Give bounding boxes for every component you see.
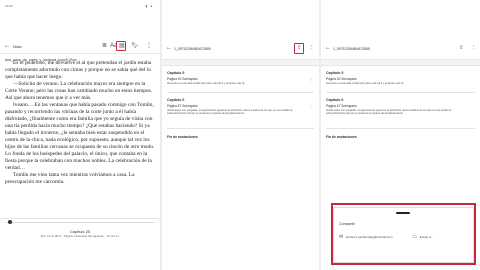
reader-footer: Capítulo 25 Pos. 12 de 68 % · Página 1 E…	[0, 218, 160, 270]
share-icon[interactable]: ⇪	[459, 45, 464, 51]
paragraph: —Solicito de verano. La celebración mayo…	[5, 81, 153, 101]
status-time: 10:00	[5, 4, 13, 8]
note-text: elemento en este-alta ciudad (de quien m…	[167, 82, 245, 85]
progress-knob[interactable]	[8, 220, 12, 224]
divider	[326, 128, 475, 129]
end-of-notes: Fin de anotaciones	[167, 135, 198, 139]
back-arrow-icon[interactable]: ←	[4, 43, 10, 49]
notes-title: 1_09732256480/672869	[174, 47, 211, 51]
note-page[interactable]: Página 67 Subrayado	[326, 104, 357, 108]
more-icon[interactable]: ⋮	[309, 45, 315, 51]
share-button-highlight	[294, 43, 304, 54]
divider	[167, 92, 314, 93]
note-page[interactable]: Página 40 Subrayado	[326, 77, 357, 81]
list-icon[interactable]: ≣	[102, 43, 107, 50]
reader-panel: 10:00 ▮ ▲ ← Nota ≣ Aa ▤ 🔖︎ ⋮ Ana_comp_de…	[0, 0, 160, 270]
paragraph: Tomlin me vino tanta vez mientras volvía…	[5, 172, 135, 185]
note-text: elemento en este-alta ciudad (de quien m…	[326, 82, 404, 85]
notes-header: ← 1_09732256480/672869 ⇪ ⋮	[162, 43, 319, 56]
more-icon[interactable]: ⋮	[471, 45, 477, 51]
paragraph: Es el poderoso; me devuelve el al que pr…	[5, 60, 152, 80]
filter-bar	[321, 59, 480, 66]
menu-icon[interactable]: ⋮	[146, 43, 152, 50]
status-icons: ▮ ▲	[145, 4, 154, 8]
note-text: desde antes con pulgadas, el apartamento…	[167, 109, 293, 116]
bookmark-icon[interactable]: 🔖︎	[131, 43, 139, 50]
reader-title: Nota	[13, 44, 22, 49]
back-arrow-icon[interactable]: ←	[325, 45, 331, 51]
chapter-title: Capítulo 5	[167, 71, 185, 75]
share-sheet-highlight	[331, 203, 476, 265]
note-more-icon[interactable]: ⋮	[309, 77, 313, 82]
back-arrow-icon[interactable]: ←	[166, 45, 172, 51]
end-of-notes: Fin de anotaciones	[326, 135, 357, 139]
progress-track[interactable]	[6, 222, 154, 223]
reader-toolbar: ← Nota ≣ Aa ▤ 🔖︎ ⋮	[0, 40, 160, 54]
chapter-title: Capítulo 5	[326, 71, 344, 75]
divider	[326, 92, 475, 93]
paragraph: Iveann… En las ventanas que había pasado…	[5, 102, 155, 171]
notes-button-highlight	[116, 41, 126, 51]
chapter-progress: Pos. 12 de 68 % · Página 1 Estimado del …	[40, 234, 120, 238]
note-more-icon[interactable]: ⋮	[309, 104, 313, 109]
notes-panel: ← 1_09732256480/672869 ⇪ ⋮ Capítulo 5 Pá…	[162, 0, 319, 270]
notes-title: 1_09732256480/672869	[333, 47, 370, 51]
notes-header: ← 1_09732256480/672869 ⇪ ⋮	[321, 44, 480, 56]
chapter-title: Capítulo 6	[167, 98, 185, 102]
book-text: Es el poderoso; me devuelve el al que pr…	[5, 60, 155, 213]
chapter-title: Capítulo 6	[326, 98, 344, 102]
share-panel: ← 1_09732256480/672869 ⇪ ⋮ Capítulo 5 Pá…	[321, 0, 480, 270]
divider	[167, 128, 314, 129]
note-text: desde antes con pulgadas, el apartamento…	[326, 109, 452, 116]
filter-bar	[162, 59, 319, 66]
note-page[interactable]: Página 40 Subrayado	[167, 77, 198, 81]
note-page[interactable]: Página 67 Subrayado	[167, 104, 198, 108]
